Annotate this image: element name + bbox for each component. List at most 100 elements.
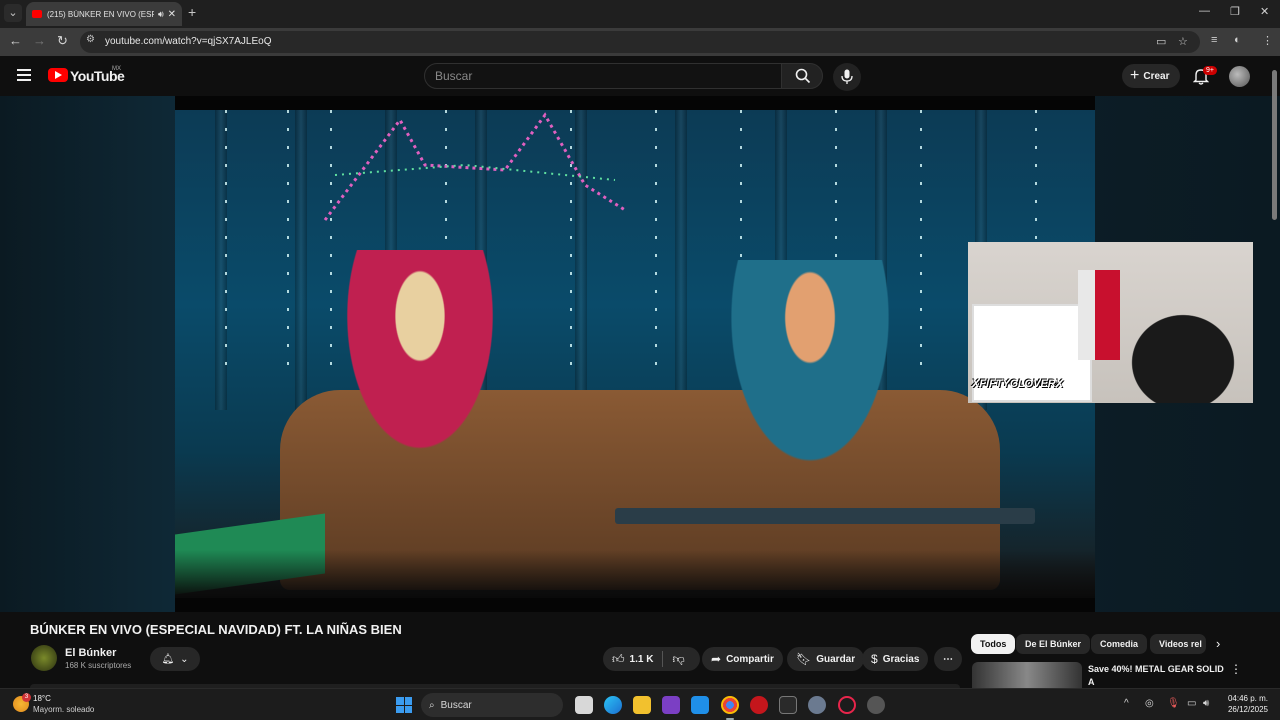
youtube-header: YouTube MX + Crear 9+ <box>0 56 1280 96</box>
youtube-favicon-icon <box>32 10 42 18</box>
app-with-badge-icon[interactable] <box>867 696 885 714</box>
red-app-icon[interactable] <box>750 696 768 714</box>
address-bar[interactable]: ⚙︎ youtube.com/watch?v=qjSX7AJLEoQ ▭ ☆ <box>80 31 1200 53</box>
notification-count-badge: 9+ <box>1203 66 1217 75</box>
channel-avatar[interactable] <box>31 645 57 671</box>
close-window-icon[interactable]: ✕ <box>1260 5 1269 18</box>
url-text[interactable]: youtube.com/watch?v=qjSX7AJLEoQ <box>105 36 271 47</box>
reload-icon[interactable]: ↻ <box>57 33 68 49</box>
file-explorer-icon[interactable] <box>633 696 651 714</box>
clock-date[interactable]: 26/12/2025 <box>1224 705 1268 714</box>
like-count[interactable]: 1.1 K <box>630 654 654 665</box>
search-button[interactable] <box>781 63 823 89</box>
chip-de-el-bunker[interactable]: De El Búnker <box>1016 634 1091 654</box>
country-code: MX <box>112 66 121 72</box>
gaming-chair <box>1118 302 1248 403</box>
settings-icon[interactable] <box>808 696 826 714</box>
taskbar-search[interactable]: ⌕ Buscar <box>421 693 563 717</box>
affinity-designer-icon[interactable] <box>691 696 709 714</box>
weather-badge: 3 <box>22 693 31 702</box>
plus-icon: + <box>1130 67 1140 84</box>
tray-microphone-icon[interactable]: 🎙︎ <box>1167 698 1180 709</box>
more-icon: ⋯ <box>943 653 953 665</box>
page-scrollbar[interactable] <box>1271 58 1278 688</box>
tab-title: (215) BÚNKER EN VIVO (ESP <box>47 9 154 19</box>
browser-tab-strip: ⌄ (215) BÚNKER EN VIVO (ESP 🔊︎ ✕ + — ❐ ✕ <box>0 0 1280 28</box>
search-icon: ⌕ <box>429 699 435 711</box>
back-icon[interactable]: ← <box>9 33 22 48</box>
youtube-logo-icon[interactable] <box>48 68 68 82</box>
chrome-menu-icon[interactable]: ⋮ <box>1262 34 1273 47</box>
thanks-icon: $ <box>871 652 878 666</box>
windows-start-icon[interactable] <box>396 697 412 713</box>
browser-toolbar: ← → ↻ ⚙︎ youtube.com/watch?v=qjSX7AJLEoQ… <box>0 28 1280 56</box>
dislike-icon[interactable]: 👎︎ <box>672 652 684 667</box>
chevron-down-icon: ⌄ <box>180 653 189 665</box>
profile-icon[interactable]: ◐ <box>1234 34 1241 46</box>
channel-name[interactable]: El Búnker <box>65 647 116 659</box>
site-info-icon[interactable]: ⚙︎ <box>86 34 95 45</box>
media-controls-icon[interactable]: ≡ <box>1211 34 1217 46</box>
like-icon[interactable]: 👍︎ <box>612 652 625 667</box>
chip-videos-relacionados[interactable]: Videos rel <box>1150 634 1206 654</box>
microphone-icon <box>841 69 853 84</box>
scrollbar-thumb[interactable] <box>1272 70 1277 220</box>
edge-icon[interactable] <box>604 696 622 714</box>
chip-comedia[interactable]: Comedia <box>1091 634 1148 654</box>
taskbar-search-label: Buscar <box>440 699 472 711</box>
chrome-icon[interactable] <box>721 696 739 714</box>
streamer-webcam-overlay: XFIFTYCLOVERX <box>968 242 1253 403</box>
new-tab-icon[interactable]: + <box>188 4 196 20</box>
tray-network-icon[interactable]: ▭ <box>1187 698 1196 709</box>
forward-icon[interactable]: → <box>33 33 46 48</box>
affinity-photo-icon[interactable] <box>662 696 680 714</box>
voice-search-button[interactable] <box>833 63 861 91</box>
chevron-right-icon[interactable]: › <box>1216 636 1220 651</box>
bookmark-icon: 🔖︎ <box>796 652 812 666</box>
search-icon <box>795 68 811 84</box>
bookmark-star-icon[interactable]: ☆ <box>1178 35 1188 48</box>
recommendation-thumbnail[interactable] <box>972 662 1082 688</box>
save-label: Guardar <box>816 653 856 665</box>
search-box[interactable] <box>424 63 782 89</box>
create-button[interactable]: + Crear <box>1122 64 1180 88</box>
tab-search-icon[interactable]: ⌄ <box>4 4 22 22</box>
recommendation-title[interactable]: Save 40%! METAL GEAR SOLID A <box>1088 663 1228 689</box>
tab-close-icon[interactable]: ✕ <box>168 9 176 20</box>
windows-taskbar: 3 18°C Mayorm. soleado ⌕ Buscar ^ ◎ 🎙︎ ▭… <box>0 688 1280 720</box>
opera-gx-icon[interactable] <box>838 696 856 714</box>
streamer-tag: XFIFTYCLOVERX <box>972 378 1064 390</box>
share-icon: ➦ <box>711 652 722 666</box>
more-actions-button[interactable]: ⋯ <box>934 647 962 671</box>
browser-tab[interactable]: (215) BÚNKER EN VIVO (ESP 🔊︎ ✕ <box>26 2 182 26</box>
like-dislike-group: 👍︎ 1.1 K 👎︎ <box>603 647 700 671</box>
weather-temperature[interactable]: 18°C <box>33 694 51 703</box>
clock-time[interactable]: 04:46 p. m. <box>1224 694 1268 703</box>
subscription-bell-button[interactable]: 🔔︎ ⌄ <box>150 647 200 671</box>
star-lights-decoration <box>323 112 626 221</box>
video-frame-stage-scene <box>175 110 1095 598</box>
video-player[interactable] <box>175 96 1095 612</box>
flag <box>1078 270 1120 360</box>
search-input[interactable] <box>435 69 765 83</box>
share-button[interactable]: ➦ Compartir <box>702 647 783 671</box>
task-view-icon[interactable] <box>575 696 593 714</box>
thanks-button[interactable]: $ Gracias <box>862 647 929 671</box>
tray-app-icon[interactable]: ◎ <box>1145 698 1154 709</box>
video-title: BÚNKER EN VIVO (ESPECIAL NAVIDAD) FT. LA… <box>30 622 402 637</box>
restore-icon[interactable]: ❐ <box>1230 5 1240 18</box>
chip-todos[interactable]: Todos <box>971 634 1016 654</box>
bell-icon: 🔔︎ <box>161 653 175 665</box>
coffee-table <box>615 508 1035 524</box>
minimize-icon[interactable]: — <box>1199 5 1210 17</box>
tray-expand-icon[interactable]: ^ <box>1124 698 1129 709</box>
save-button[interactable]: 🔖︎ Guardar <box>787 647 865 671</box>
weather-description[interactable]: Mayorm. soleado <box>33 705 94 714</box>
speaker-icon[interactable]: 🔊︎ <box>158 9 164 20</box>
epic-games-icon[interactable] <box>779 696 797 714</box>
hamburger-menu-icon[interactable] <box>17 69 31 81</box>
recommendation-menu-icon[interactable]: ⋮ <box>1230 662 1242 676</box>
account-avatar[interactable] <box>1229 66 1250 87</box>
tray-volume-icon[interactable]: 🔊︎ <box>1203 698 1209 709</box>
cast-icon[interactable]: ▭ <box>1156 35 1166 48</box>
